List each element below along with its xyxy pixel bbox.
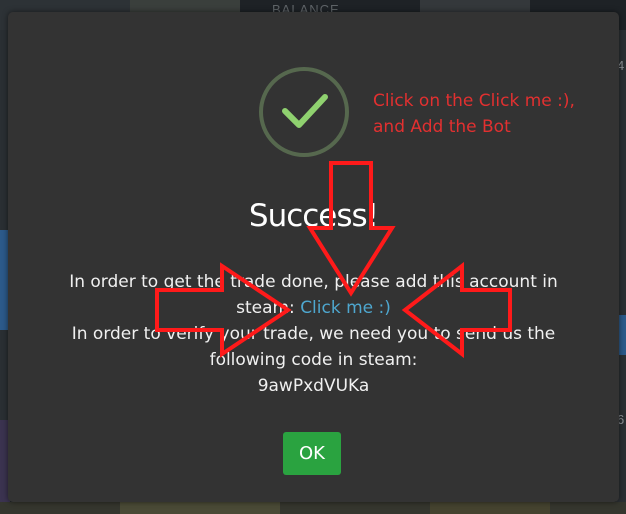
verification-code: 9awPxdVUKa	[257, 376, 370, 396]
success-modal: Success! In order to get the trade done,…	[8, 12, 619, 502]
message-line: following code in steam:	[209, 350, 418, 370]
click-me-link[interactable]: Click me :)	[300, 298, 391, 318]
checkmark-icon	[282, 94, 328, 128]
message-line: In order to get the trade done, please a…	[69, 272, 558, 292]
checkmark-circle	[259, 67, 349, 157]
background-tile	[430, 502, 550, 514]
ok-button[interactable]: OK	[283, 432, 341, 475]
annotation-text: Click on the Click me :), and Add the Bo…	[373, 91, 575, 137]
message-line-with-link: steam: Click me :)	[28, 295, 599, 321]
message-prefix: steam:	[236, 298, 301, 318]
message-line: In order to verify your trade, we need y…	[71, 324, 556, 344]
modal-title: Success!	[248, 198, 379, 234]
background-tile	[120, 502, 280, 514]
